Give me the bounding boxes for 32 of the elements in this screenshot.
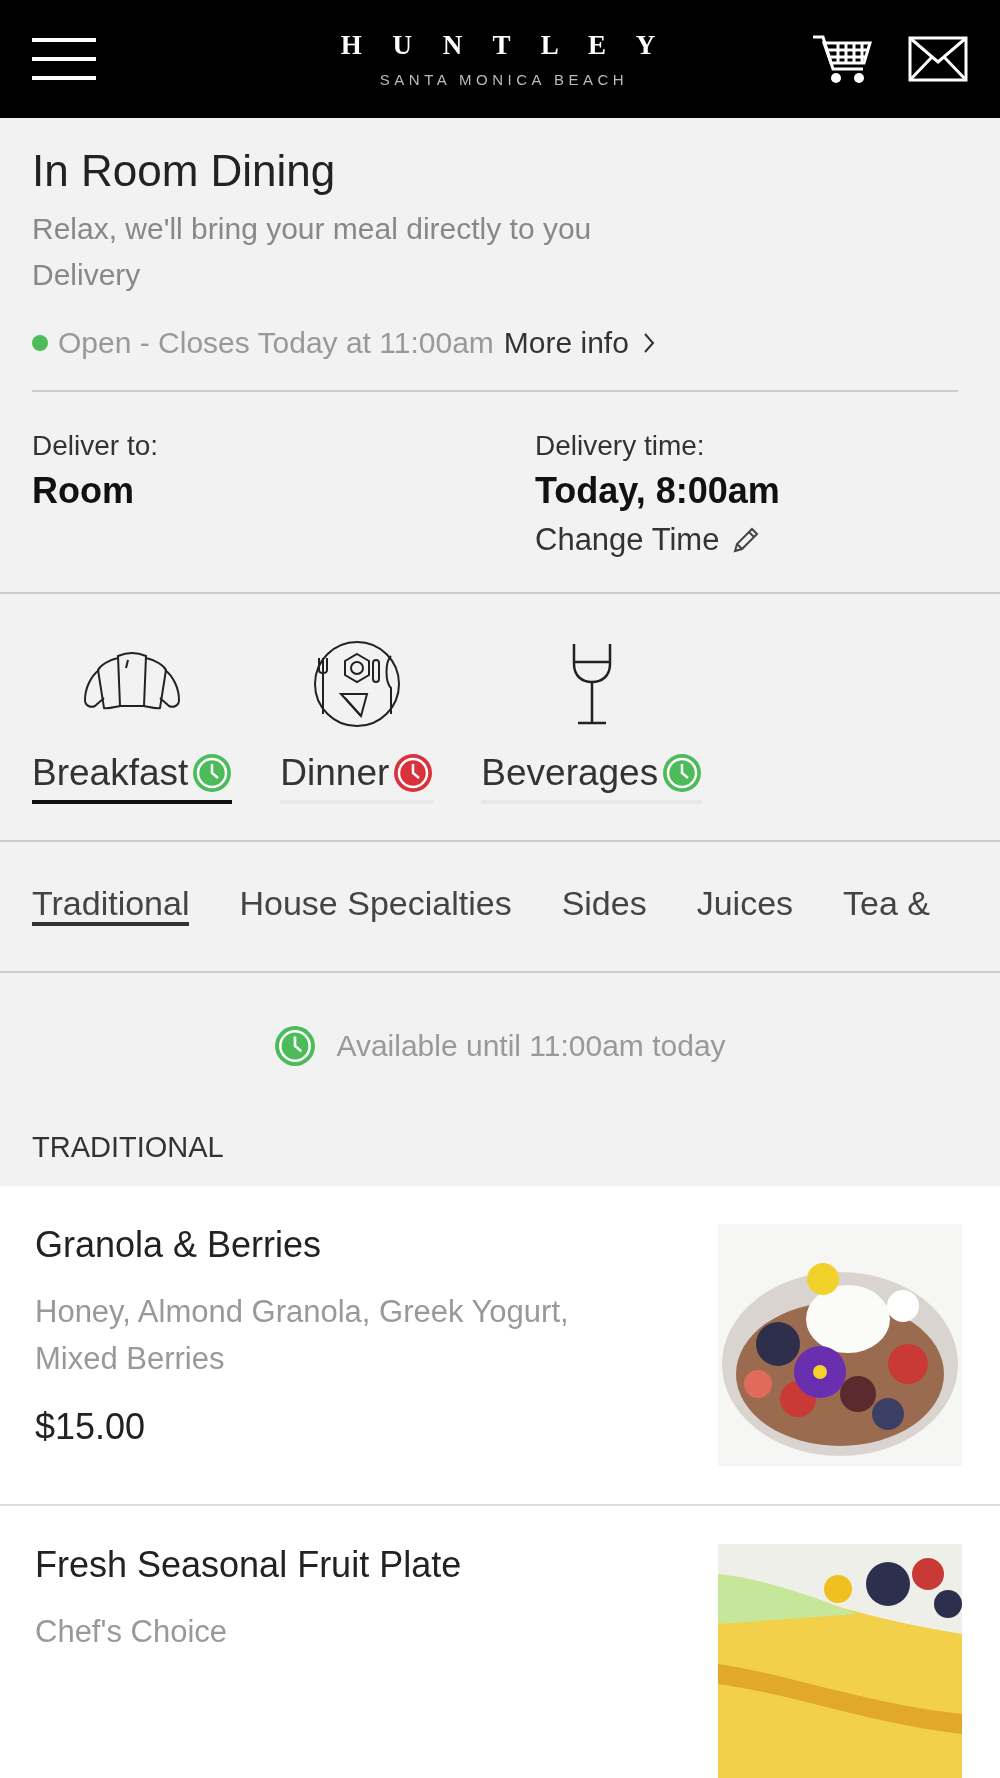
category-tab[interactable]: Juices	[696, 884, 794, 926]
service-mode: Delivery	[32, 257, 142, 293]
more-info-link[interactable]: More info	[503, 326, 655, 360]
venue-subtitle: Relax, we'll bring your meal directly to you	[32, 211, 593, 247]
item-price: $15.00	[35, 1406, 147, 1448]
delivery-time-value: Today, 8:00am	[535, 470, 781, 512]
meal-tab[interactable]: Dinner	[280, 752, 434, 804]
menu-icon[interactable]	[32, 37, 96, 81]
category-tab[interactable]: House Specialties	[239, 884, 512, 926]
category-tab[interactable]: Tea &	[843, 884, 931, 926]
chevron-icon	[642, 332, 655, 354]
item-name[interactable]: Granola & Berries	[35, 1224, 595, 1266]
deliver-to-value: Room	[32, 470, 135, 512]
page-title: In Room Dining	[32, 146, 337, 196]
delivery-time-label: Delivery time:	[535, 430, 706, 462]
category-tab[interactable]: Traditional	[32, 884, 190, 926]
deliver-to-label: Deliver to:	[32, 430, 160, 462]
availability-note: Available until 11:00am today	[336, 1029, 726, 1063]
meal-tab[interactable]: Breakfast	[32, 752, 233, 804]
cart-icon[interactable]	[812, 33, 872, 85]
clock-icon	[274, 1025, 317, 1067]
item-description: Honey, Almond Granola, Greek Yogurt, Mixed Berries	[35, 1293, 570, 1378]
section-heading: TRADITIONAL	[31, 1130, 225, 1165]
brand-tagline: SANTA MONICA BEACH	[379, 71, 629, 88]
mail-icon[interactable]	[908, 36, 968, 82]
item-name[interactable]: Fresh Seasonal Fruit Plate	[35, 1544, 595, 1586]
item-description: Chef's Choice	[35, 1613, 228, 1651]
brand-logo[interactable]: H U N T L E Y	[340, 30, 668, 61]
opening-status: Open - Closes Today at 11:00am	[58, 326, 494, 360]
change-time-link[interactable]: Change Time	[535, 522, 762, 558]
category-tab[interactable]: Sides	[561, 884, 647, 926]
meal-tab[interactable]: Beverages	[481, 752, 703, 804]
